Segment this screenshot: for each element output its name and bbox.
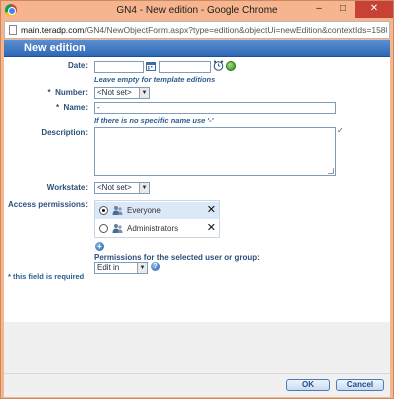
required-marker: * <box>47 88 51 97</box>
permission-level-value: Edit in <box>97 263 120 272</box>
description-value <box>95 128 335 132</box>
page-icon <box>9 25 17 35</box>
minimize-button[interactable]: – <box>307 1 331 18</box>
permission-row-everyone[interactable]: Everyone ✕ <box>95 202 219 219</box>
number-label: * Number: <box>24 88 88 97</box>
workstate-label: Workstate: <box>46 183 88 192</box>
dialog-title: New edition <box>24 42 86 54</box>
required-note: * this field is required <box>8 272 85 281</box>
radio-unselected[interactable] <box>99 224 108 233</box>
radio-selected[interactable] <box>99 206 108 215</box>
ok-button[interactable]: OK <box>286 379 330 391</box>
dialog-header: New edition <box>4 40 390 57</box>
name-label-text: Name: <box>63 103 88 112</box>
window-controls: – □ ✕ <box>307 1 393 19</box>
remove-icon[interactable]: ✕ <box>207 204 216 216</box>
name-input[interactable]: - <box>94 102 336 114</box>
time-field[interactable] <box>159 61 211 73</box>
close-window-button[interactable]: ✕ <box>355 1 393 18</box>
permission-name: Everyone <box>127 206 161 215</box>
description-label: Description: <box>41 128 88 137</box>
title-bar[interactable]: GN4 - New edition - Google Chrome – □ ✕ <box>1 1 393 20</box>
browser-window: GN4 - New edition - Google Chrome – □ ✕ … <box>0 0 394 399</box>
number-select-value: <Not set> <box>97 88 132 97</box>
chevron-down-icon: ▼ <box>139 183 149 193</box>
url-text[interactable]: main.teradp.com/GN4/NewObjectForm.aspx?t… <box>21 25 387 35</box>
help-icon[interactable]: ? <box>151 262 160 271</box>
clock-icon[interactable] <box>213 60 224 71</box>
number-label-text: Number: <box>55 88 88 97</box>
chevron-down-icon: ▼ <box>137 263 147 273</box>
refresh-icon[interactable] <box>226 61 236 71</box>
permission-level-select[interactable]: Edit in ▼ <box>94 262 148 274</box>
workstate-select[interactable]: <Not set> ▼ <box>94 182 150 194</box>
date-label: Date: <box>67 61 88 70</box>
access-permissions-label: Access permissions: <box>8 200 89 209</box>
group-icon <box>112 224 123 233</box>
add-icon[interactable]: + <box>95 242 104 251</box>
url-path: /GN4/NewObjectForm.aspx?type=edition&obj… <box>84 25 387 35</box>
date-hint: Leave empty for template editions <box>94 75 216 84</box>
permissions-list: Everyone ✕ Administrators ✕ <box>94 200 220 238</box>
permissions-selected-label: Permissions for the selected user or gro… <box>94 253 260 262</box>
chevron-down-icon: ▼ <box>139 88 149 98</box>
description-textarea[interactable] <box>94 127 336 176</box>
group-icon <box>112 206 123 215</box>
spellcheck-icon[interactable]: ✓ <box>337 126 344 135</box>
address-bar[interactable]: main.teradp.com/GN4/NewObjectForm.aspx?t… <box>4 21 390 39</box>
calendar-icon[interactable] <box>146 61 156 71</box>
footer-divider <box>4 373 390 374</box>
dialog-content: New edition Date: Leave empty for templa… <box>4 40 390 397</box>
date-field[interactable] <box>94 61 144 73</box>
required-marker: * <box>55 103 60 112</box>
remove-icon[interactable]: ✕ <box>207 222 216 234</box>
permission-row-administrators[interactable]: Administrators ✕ <box>95 220 219 237</box>
url-host: main.teradp.com <box>21 25 85 35</box>
number-select[interactable]: <Not set> ▼ <box>94 87 150 99</box>
resize-grip-icon[interactable] <box>328 168 334 174</box>
cancel-button[interactable]: Cancel <box>336 379 384 391</box>
permission-name: Administrators <box>127 224 179 233</box>
name-label: * Name: <box>24 103 88 112</box>
workstate-select-value: <Not set> <box>97 183 132 192</box>
maximize-button[interactable]: □ <box>331 1 355 18</box>
form-area: New edition Date: Leave empty for templa… <box>4 40 390 322</box>
name-hint: If there is no specific name use '-' <box>94 116 214 125</box>
